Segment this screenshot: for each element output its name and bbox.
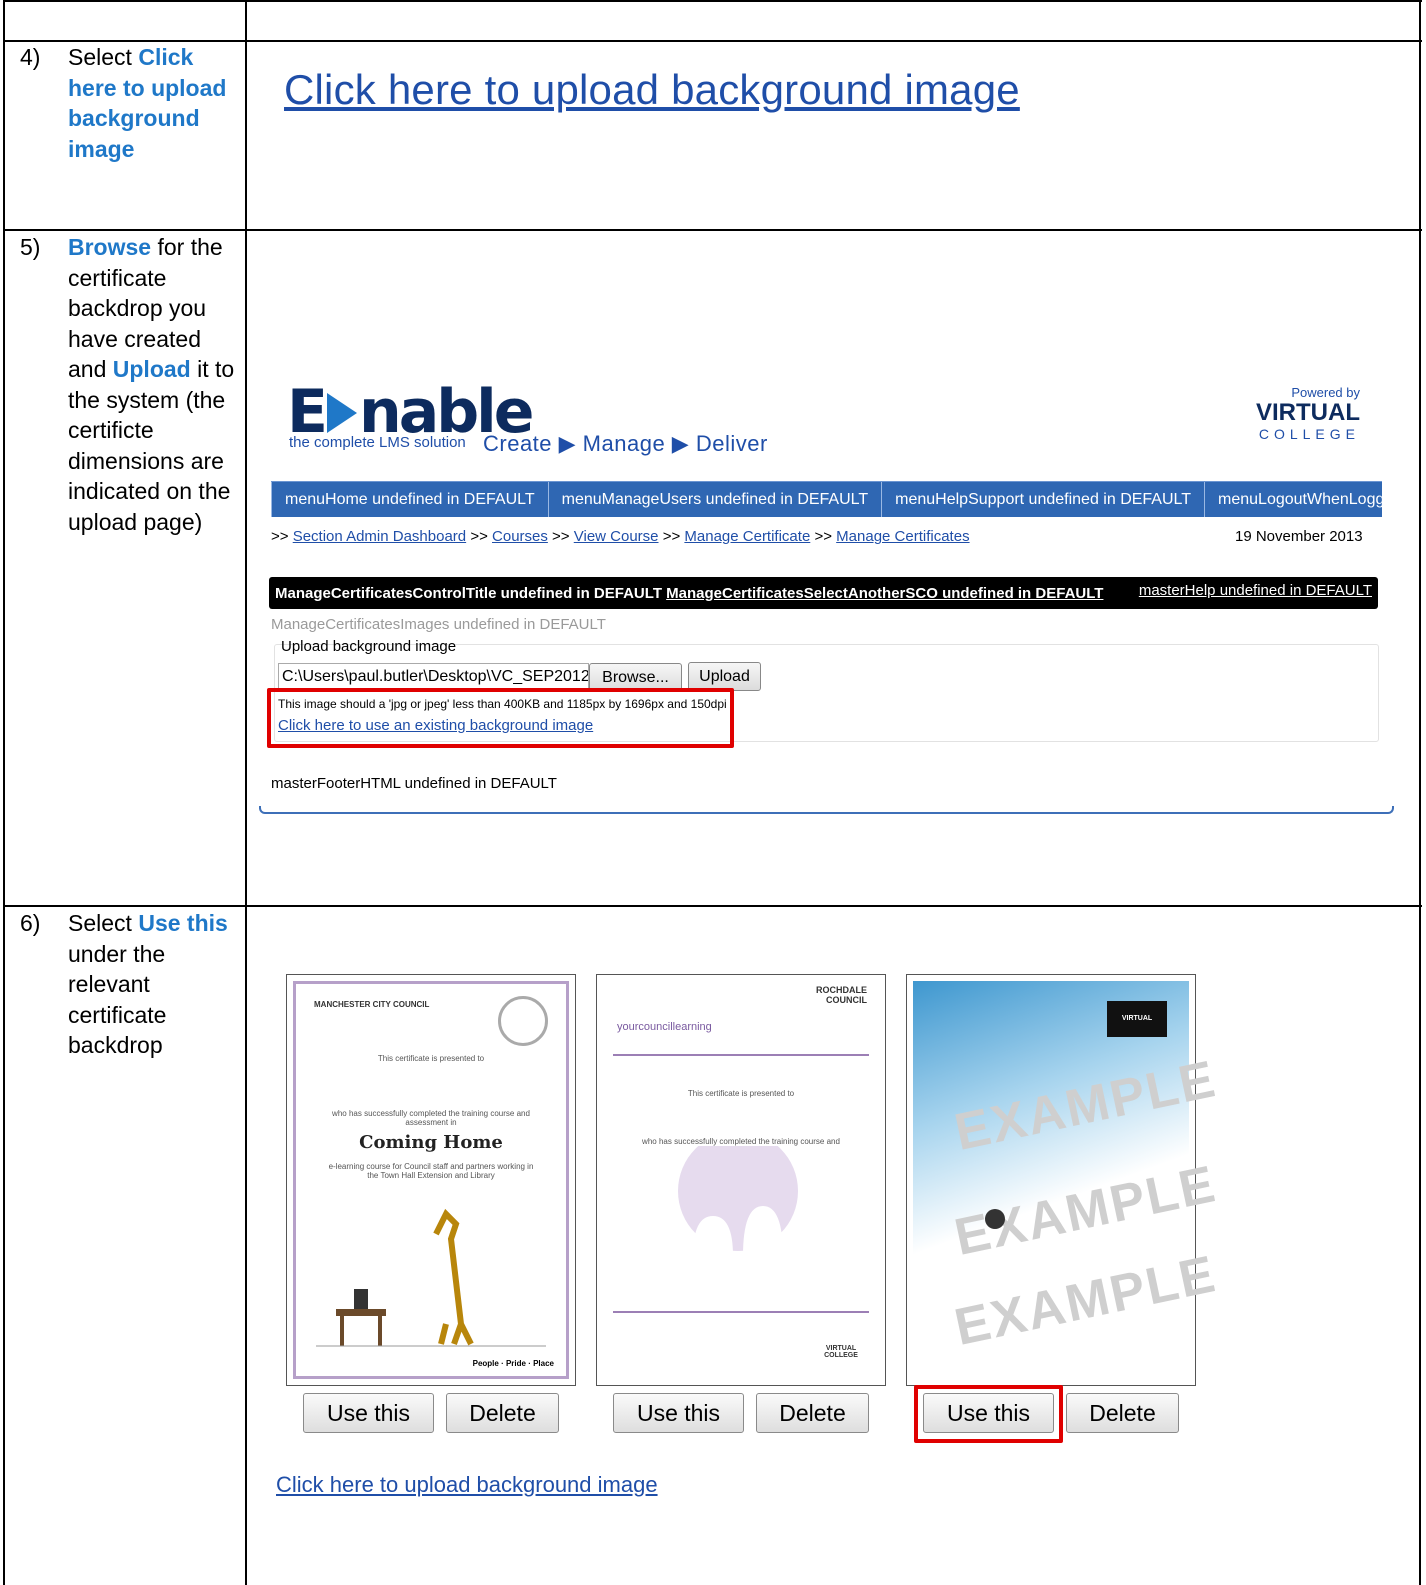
breadcrumb-separator: >> [271,528,289,545]
control-title-text: ManageCertificatesControlTitle undefined… [275,585,662,602]
screenshot-frame-bottom [259,806,1394,814]
table-row-divider [3,905,1422,907]
highlight-box [914,1385,1063,1443]
purple-divider [613,1054,869,1056]
master-help-link[interactable]: masterHelp undefined in DEFAULT [1139,582,1372,599]
cert-desc: e-learning course for Council staff and … [328,1162,534,1180]
rochdale-logo: ROCHDALE COUNCIL [816,985,867,1005]
giraffe-illustration [316,1208,546,1347]
breadcrumb-section-admin[interactable]: Section Admin Dashboard [293,528,466,545]
virtual-college-mini-logo: VIRTUAL COLLEGE [824,1345,858,1359]
brand-text: yourcouncillearning [617,1021,712,1033]
virtual-label: VIRTUAL [1256,399,1360,426]
breadcrumb-separator: >> [552,528,570,545]
org-name: MANCHESTER CITY COUNCIL [314,1000,430,1009]
highlight-box [267,688,734,748]
play-triangle-icon [327,393,357,434]
powered-by-label: Powered by [1291,385,1360,400]
delete-button[interactable]: Delete [446,1393,559,1433]
enable-subtitle: the complete LMS solution [289,434,466,451]
example-watermark: EXAMPLE [949,1050,1222,1162]
file-path-input[interactable]: C:\Users\paul.butler\Desktop\VC_SEP2012_ [278,663,589,690]
virtual-college-badge: VIRTUAL COLLEGE [1107,1001,1167,1037]
step-highlight: Use this [138,910,228,936]
current-date: 19 November 2013 [1235,528,1363,545]
step-number: 4) [20,44,41,70]
use-this-button[interactable]: Use this [613,1393,744,1433]
virtual-college-logo: Powered by VIRTUAL COLLEGE [1230,385,1360,455]
people-watermark-icon [678,1146,798,1256]
seal-icon [985,1209,1005,1229]
step-number: 6) [20,910,41,936]
certificate-thumbnail: ROCHDALE COUNCIL yourcouncillearning Thi… [596,974,886,1386]
menu-logout[interactable]: menuLogoutWhenLoggedIn [1205,482,1426,517]
org-logo: MANCHESTER CITY COUNCIL [314,1000,429,1009]
images-label: ManageCertificatesImages undefined in DE… [271,616,606,633]
menu-home[interactable]: menuHome undefined in DEFAULT [272,482,549,517]
breadcrumb-manage-certificates[interactable]: Manage Certificates [836,528,969,545]
step-text-plain: Select [68,44,139,70]
table-border-left [3,0,5,1585]
certificate-border: MANCHESTER CITY COUNCIL This certificate… [293,981,569,1379]
breadcrumb-view-course[interactable]: View Course [574,528,659,545]
cert-presented: This certificate is presented to [377,1054,485,1063]
step-highlight: Browse [68,234,152,260]
select-another-sco-link[interactable]: ManageCertificatesSelectAnotherSCO undef… [666,585,1103,602]
certificate-thumbnail: MANCHESTER CITY COUNCIL This certificate… [286,974,576,1386]
breadcrumb-separator: >> [470,528,488,545]
enable-tagline: Create ▶ Manage ▶ Deliver [483,431,768,456]
upload-legend: Upload background image [281,638,457,655]
step-5-text: Browse for the certificate backdrop you … [68,232,238,537]
upload-button[interactable]: Upload [688,662,761,691]
table-row-divider [3,229,1422,231]
cert-course: Coming Home [359,1132,503,1153]
delete-button[interactable]: Delete [756,1393,869,1433]
control-title: ManageCertificatesControlTitle undefined… [275,585,1103,602]
certificate-body: ROCHDALE COUNCIL yourcouncillearning Thi… [603,981,879,1379]
cert-completed: who has successfully completed the train… [332,1109,530,1127]
step-text-plain: it to the system (the certificte dimensi… [68,356,235,535]
delete-button[interactable]: Delete [1066,1393,1179,1433]
breadcrumb: >> Section Admin Dashboard >> Courses >>… [271,528,970,545]
upload-background-link[interactable]: Click here to upload background image [276,1472,658,1498]
menu-manage-users[interactable]: menuManageUsers undefined in DEFAULT [549,482,883,517]
control-title-bar: ManageCertificatesControlTitle undefined… [269,577,1378,609]
certificate-body: VIRTUAL COLLEGE EXAMPLE EXAMPLE EXAMPLE [913,981,1222,1379]
breadcrumb-courses[interactable]: Courses [492,528,548,545]
table-border-right [1419,0,1421,1585]
step-text-plain: Select [68,910,139,936]
step-number: 5) [20,234,41,260]
upload-background-link[interactable]: Click here to upload background image [284,66,1020,114]
cert-presented: This certificate is presented to [687,1089,795,1098]
breadcrumb-manage-certificate[interactable]: Manage Certificate [684,528,810,545]
certificate-thumbnail: VIRTUAL COLLEGE EXAMPLE EXAMPLE EXAMPLE [906,974,1222,1386]
college-label: COLLEGE [1258,426,1360,442]
menu-help-support[interactable]: menuHelpSupport undefined in DEFAULT [882,482,1206,517]
step-6-text: Select Use this under the relevant certi… [68,908,238,1061]
step-text-plain: under the relevant certificate backdrop [68,940,167,1059]
badge-icon [498,996,548,1046]
purple-divider [613,1311,869,1313]
table-column-divider [245,0,247,1585]
step-highlight: Upload [112,356,191,382]
cert-motto: People · Pride · Place [472,1359,554,1368]
breadcrumb-separator: >> [814,528,832,545]
use-this-button[interactable]: Use this [303,1393,434,1433]
master-footer: masterFooterHTML undefined in DEFAULT [271,775,557,792]
table-border-top [3,0,1422,2]
step-4-text: Select Click here to upload background i… [68,42,238,164]
breadcrumb-separator: >> [662,528,681,545]
your-council-learning-logo: yourcouncillearning [617,1021,712,1033]
main-menu-bar: menuHome undefined in DEFAULT menuManage… [271,481,1416,517]
